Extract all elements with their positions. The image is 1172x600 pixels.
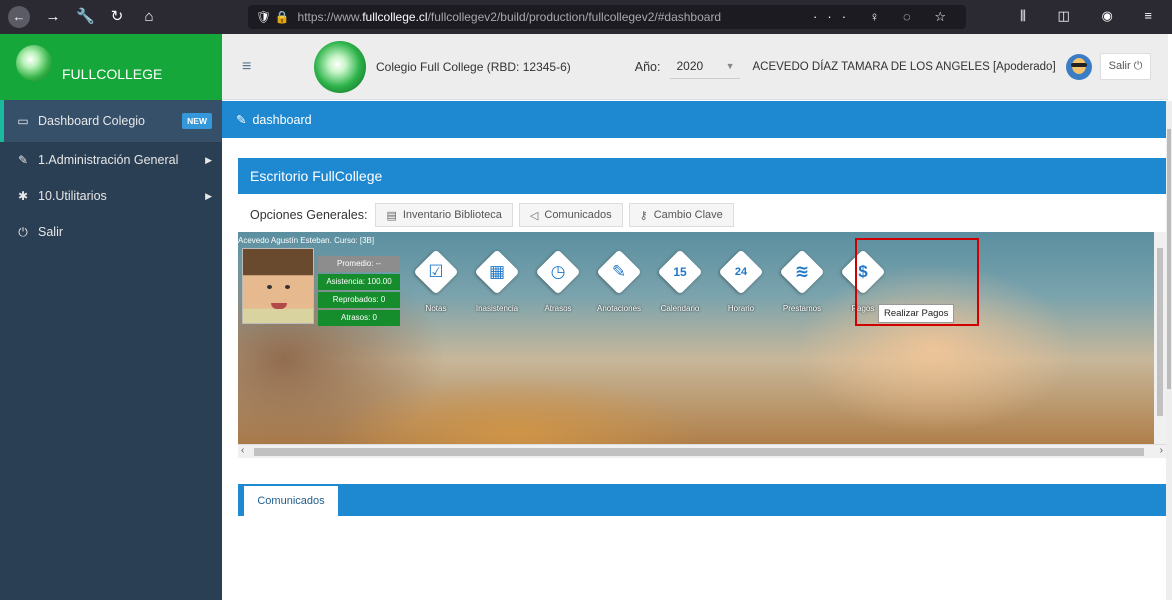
tile-atrasos[interactable]: ◷ Atrasos: [528, 246, 588, 326]
power-icon: ⏻: [18, 224, 28, 239]
clock-icon: ◷: [550, 262, 566, 281]
calendar-15-icon: 15: [673, 265, 687, 279]
scrollbar-thumb[interactable]: [1167, 129, 1171, 389]
student-photo: [242, 248, 314, 324]
caret-right-icon: ▶: [205, 190, 212, 201]
browser-toolbar: ← → 🔧 ↻ ⌂ 🛡 🔒 https://www. fullcollege.cl…: [0, 0, 1172, 34]
home-icon[interactable]: ⌂: [140, 8, 158, 26]
key-icon: ⚷: [639, 209, 648, 222]
logout-label: Salir: [1108, 60, 1131, 72]
logout-button[interactable]: Salir ⏻: [1099, 53, 1152, 80]
banner-vertical-scrollbar[interactable]: [1154, 232, 1166, 444]
pencil-icon: ✎: [611, 262, 627, 281]
sidebar: FULLCOLLEGE ▭ Dashboard Colegio NEW ✎ 1.…: [0, 34, 222, 600]
gear-icon: ✱: [17, 189, 29, 203]
brand-logo-icon: [16, 45, 52, 81]
button-label: Comunicados: [544, 209, 612, 221]
school-logo: [314, 40, 366, 93]
menu-toggle-icon[interactable]: ≡: [242, 58, 262, 76]
sidebar-item-label: 10.Utilitarios: [38, 189, 107, 203]
url-host: fullcollege.cl: [362, 10, 428, 24]
scroll-right-icon[interactable]: ›: [1160, 445, 1163, 456]
tab-label: Comunicados: [257, 495, 325, 507]
avatar-sunglasses: [1070, 62, 1087, 67]
year-value: 2020: [676, 59, 704, 73]
tile-prestamos[interactable]: ≋ Prestamos: [772, 246, 832, 326]
lock-icon: 🛡 🔒: [256, 10, 290, 24]
browser-nav-buttons: ← → 🔧 ↻ ⌂: [0, 6, 248, 28]
edit-icon: ✎: [17, 153, 29, 167]
tabs-bar: [238, 484, 1166, 516]
tooltip: Realizar Pagos: [878, 304, 955, 323]
breadcrumb-label: dashboard: [252, 112, 312, 127]
power-icon: ⏻: [1133, 60, 1143, 72]
sidebar-item-utilitarios[interactable]: ✱ 10.Utilitarios ▶: [0, 178, 222, 214]
sidebar-item-dashboard[interactable]: ▭ Dashboard Colegio NEW: [0, 100, 222, 142]
monitor-icon: ▭: [17, 114, 29, 128]
book-icon: ▤: [386, 209, 397, 222]
calendar-grid-icon: ▦: [488, 262, 506, 281]
button-label: Cambio Clave: [653, 209, 723, 221]
student-name: Acevedo Agustín Esteban. Curso: [3B]: [238, 236, 375, 245]
student-dashboard-banner: Acevedo Agustín Esteban. Curso: [3B] Pro…: [238, 232, 1166, 444]
tile-inasistencia[interactable]: ▦ Inasistencia: [467, 246, 527, 326]
options-label: Opciones Generales:: [250, 208, 368, 222]
stat-reprobados: Reprobados: 0: [318, 292, 400, 308]
tab-comunicados[interactable]: Comunicados: [244, 484, 338, 516]
button-label: Inventario Biblioteca: [402, 209, 502, 221]
tile-horario[interactable]: 24 Horario: [711, 246, 771, 326]
breadcrumb: ✎ dashboard: [222, 101, 1168, 138]
scrollbar-thumb[interactable]: [1157, 248, 1163, 416]
back-arrow-icon[interactable]: ←: [8, 6, 30, 28]
comunicados-button[interactable]: ◁ Comunicados: [518, 203, 623, 227]
page-actions[interactable]: ··· ♀ ◌ ☆: [813, 9, 956, 25]
photo-eye: [285, 285, 290, 289]
sidebar-item-label: 1.Administración General: [38, 153, 179, 167]
tile-calendario[interactable]: 15 Calendario: [650, 246, 710, 326]
books-stack-icon: ≋: [794, 262, 810, 281]
url-prefix: https://www.: [297, 10, 363, 24]
general-options: Opciones Generales: ▤ Inventario Bibliot…: [238, 200, 1166, 230]
cambio-clave-button[interactable]: ⚷ Cambio Clave: [628, 203, 734, 227]
main-content: Escritorio FullCollege Opciones Generale…: [222, 138, 1168, 600]
chevron-down-icon: ▼: [725, 61, 735, 71]
browser-menu-icons[interactable]: ⫼ ◫ ◉ ≡: [1020, 8, 1166, 24]
reload-icon[interactable]: ↻: [108, 8, 126, 26]
scroll-left-icon[interactable]: ‹: [241, 445, 244, 456]
edit-icon: ✎: [236, 113, 247, 127]
address-bar[interactable]: 🛡 🔒 https://www. fullcollege.cl/fullcolle…: [248, 5, 966, 29]
scrollbar-thumb[interactable]: [254, 448, 1144, 456]
sidebar-item-administracion[interactable]: ✎ 1.Administración General ▶: [0, 142, 222, 178]
tile-anotaciones[interactable]: ✎ Anotaciones: [589, 246, 649, 326]
wrench-icon[interactable]: 🔧: [76, 8, 95, 26]
avatar[interactable]: [1065, 53, 1092, 80]
caret-right-icon: ▶: [205, 154, 212, 165]
year-label: Año:: [634, 59, 661, 74]
page-vertical-scrollbar[interactable]: [1166, 101, 1172, 600]
tile-notas[interactable]: ☑ Notas: [406, 246, 466, 326]
forward-arrow-icon[interactable]: →: [44, 8, 62, 26]
stat-asistencia: Asistencia: 100.00: [318, 274, 400, 290]
top-navbar: ≡ Colegio Full College (RBD: 12345-6) Añ…: [222, 34, 1168, 100]
brand-name: FULLCOLLEGE: [62, 66, 163, 82]
year-select[interactable]: 2020 ▼: [670, 55, 741, 79]
school-name: Colegio Full College (RBD: 12345-6): [376, 59, 571, 74]
24h-icon: 24: [734, 266, 748, 278]
megaphone-icon: ◁: [529, 209, 539, 222]
banner-horizontal-scrollbar[interactable]: ‹ ›: [238, 444, 1166, 458]
sidebar-item-salir[interactable]: ⏻ Salir: [0, 214, 222, 250]
sidebar-item-label: Salir: [38, 225, 64, 239]
inventario-biblioteca-button[interactable]: ▤ Inventario Biblioteca: [375, 203, 513, 227]
stat-promedio: Promedio: --: [318, 256, 400, 272]
user-name: ACEVEDO DÍAZ TAMARA DE LOS ANGELES [Apod…: [752, 60, 1056, 73]
url-path: /fullcollegev2/build/production/fullcoll…: [427, 10, 722, 24]
new-badge: NEW: [182, 113, 212, 129]
panel-title: Escritorio FullCollege: [238, 158, 1166, 194]
checklist-icon: ☑: [428, 262, 444, 281]
sidebar-item-label: Dashboard Colegio: [38, 114, 146, 128]
photo-mouth: [271, 303, 287, 309]
brand-header[interactable]: FULLCOLLEGE: [0, 34, 222, 100]
stat-atrasos: Atrasos: 0: [318, 310, 400, 326]
photo-eye: [267, 285, 272, 289]
